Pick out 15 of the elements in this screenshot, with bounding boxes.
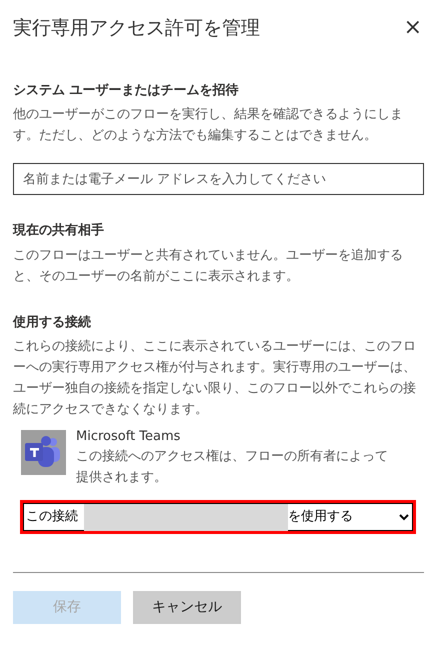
dialog-title: 実行専用アクセス許可を管理 (13, 16, 260, 41)
cancel-button[interactable]: キャンセル (133, 591, 241, 624)
connection-note: この接続へのアクセス権は、フローの所有者によって提供されます。 (76, 448, 389, 487)
section-heading: 使用する接続 (13, 314, 92, 332)
section-heading: 現在の共有相手 (13, 222, 105, 240)
section-heading: システム ユーザーまたはチームを招待 (13, 82, 240, 100)
section-description: 他のユーザーがこのフローを実行し、結果を確認できるようにします。ただし、どのような方法でも編集することはできません。 (13, 106, 404, 145)
name-email-field[interactable]: 名前または電子メール アドレスを入力してください (13, 163, 424, 195)
teams-logo-icon (21, 430, 66, 475)
chevron-down-icon (399, 514, 409, 520)
section-description: このフローはユーザーと共有されていません。ユーザーを追加すると、そのユーザーの名前がここに表示されます。 (13, 246, 404, 286)
close-button[interactable]: × (404, 17, 422, 39)
connection-select[interactable]: この接続 を使用する (23, 503, 413, 531)
connection-name: Microsoft Teams (76, 428, 182, 446)
section-description: これらの接続により、ここに表示されているユーザーには、このフローへの実行専用アクセス権が付与されます。実行専用のユーザーは、ユーザー独自の接続を指定しない限り、このフロー以外でこれらの接続にアクセスできなくなります。 (13, 338, 417, 419)
